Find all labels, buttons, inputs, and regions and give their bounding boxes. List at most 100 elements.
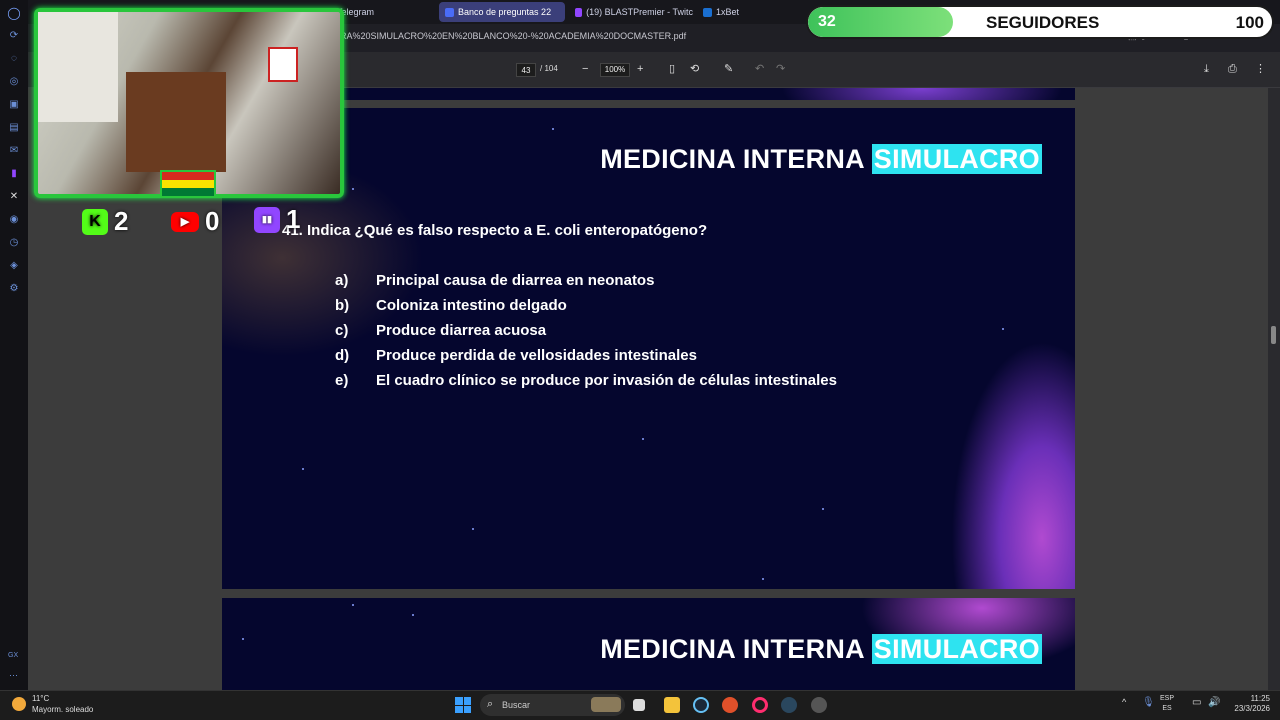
network-icon[interactable]: ▭ <box>1192 697 1201 708</box>
bolivia-flag-icon <box>160 170 216 198</box>
followers-label: SEGUIDORES <box>986 13 1100 32</box>
search-icon: ⌕ <box>487 698 494 710</box>
file-explorer-icon[interactable] <box>664 697 680 713</box>
taskbar-search[interactable]: ⌕ Buscar <box>480 694 625 716</box>
option-text: Produce perdida de vellosidades intestin… <box>376 347 697 364</box>
followers-current: 32 <box>818 13 836 30</box>
option-c: c) Produce diarrea acuosa <box>335 322 837 347</box>
telegram-icon[interactable]: ▤ <box>7 121 21 135</box>
twitch-count: 1 <box>286 204 301 234</box>
slide-current: MEDICINA INTERNA SIMULACRO 41. Indica ¿Q… <box>222 108 1075 589</box>
slide-title-highlight: SIMULACRO <box>871 634 1042 664</box>
slide-title-main: MEDICINA INTERNA <box>600 634 864 664</box>
tab-label: Banco de preguntas 22 <box>458 7 552 17</box>
steam-icon[interactable] <box>693 697 709 713</box>
x-icon[interactable]: ✕ <box>7 190 21 204</box>
followers-goal-bar: 32 SEGUIDORES 100 <box>806 5 1274 39</box>
gx-icon[interactable]: GX <box>8 652 18 659</box>
extensions-icon[interactable]: ◈ <box>7 259 21 273</box>
tab-label: (19) BLASTPremier - Twitc <box>586 7 693 17</box>
option-letter: d) <box>335 347 350 364</box>
redo-icon[interactable]: ↷ <box>776 62 785 76</box>
search-highlight-icon <box>591 697 621 712</box>
steam-client-icon[interactable] <box>781 697 797 713</box>
messenger-icon[interactable]: ◎ <box>7 75 21 89</box>
option-letter: a) <box>335 272 349 289</box>
tray-chevron-icon[interactable]: ^ <box>1122 697 1126 707</box>
task-view-icon[interactable] <box>633 699 645 711</box>
undo-icon[interactable]: ↶ <box>755 62 764 76</box>
url-field[interactable]: RA%20SIMULACRO%20EN%20BLANCO%20-%20ACADE… <box>340 31 686 41</box>
aria-icon[interactable]: ◌ <box>7 52 21 66</box>
settings-icon[interactable]: ⚙ <box>7 282 21 296</box>
slide-title-main: MEDICINA INTERNA <box>600 144 864 174</box>
youtube-count: 0 <box>205 206 220 236</box>
kick-icon: K <box>82 208 108 235</box>
option-b: b) Coloniza intestino delgado <box>335 297 837 322</box>
answer-options: a) Principal causa de diarrea en neonatos… <box>335 272 837 397</box>
slide-previous-bottom <box>222 88 1075 100</box>
opera-logo-icon[interactable]: ◯ <box>7 6 21 20</box>
tab-label: 1xBet <box>716 7 740 17</box>
option-text: El cuadro clínico se produce por invasió… <box>376 372 837 389</box>
kick-count: 2 <box>114 206 129 236</box>
page-total: / 104 <box>540 64 558 73</box>
player-icon[interactable]: ◉ <box>7 213 21 227</box>
scrollbar-thumb[interactable] <box>1271 326 1276 344</box>
download-icon[interactable]: ⤓ <box>1204 62 1209 76</box>
print-icon[interactable]: ⎙ <box>1228 62 1237 76</box>
microphone-icon[interactable]: 🎙 <box>1142 697 1155 708</box>
language-indicator[interactable]: ESP ES <box>1160 694 1174 714</box>
tab-banco-de-preguntas[interactable]: Banco de preguntas 22 <box>439 2 565 22</box>
refresh-icon[interactable]: ⟳ <box>7 29 21 43</box>
weather-condition: Mayorm. soleado <box>32 705 94 714</box>
mail-icon[interactable]: ✉ <box>7 144 21 158</box>
zoom-out-button[interactable]: − <box>582 62 588 76</box>
vertical-scrollbar[interactable] <box>1268 88 1280 690</box>
twitch-icon <box>575 7 583 17</box>
browser-sidebar: ◯ ⟳ ◌ ◎ ▣ ▤ ✉ ▮ ✕ ◉ ◷ ◈ ⚙ <box>0 0 28 690</box>
search-placeholder: Buscar <box>502 700 531 710</box>
option-letter: c) <box>335 322 349 339</box>
option-text: Principal causa de diarrea en neonatos <box>376 272 655 289</box>
language: ESP <box>1160 695 1175 702</box>
temperature: 11°C <box>32 694 50 703</box>
time: 11:25 <box>1250 694 1270 703</box>
chat-icon[interactable]: ▣ <box>7 98 21 112</box>
option-text: Produce diarrea acuosa <box>376 322 547 339</box>
option-a: a) Principal causa de diarrea en neonatos <box>335 272 837 297</box>
option-d: d) Produce perdida de vellosidades intest… <box>335 347 837 372</box>
more-icon[interactable]: ⋯ <box>9 670 18 681</box>
region: ES <box>1162 705 1172 712</box>
date: 23/3/2026 <box>1234 704 1270 713</box>
weather-widget[interactable]: 11°C Mayorm. soleado <box>18 693 93 715</box>
slide-title: MEDICINA INTERNA SIMULACRO <box>600 634 1042 665</box>
slide-title: MEDICINA INTERNA SIMULACRO <box>600 144 1042 175</box>
system-clock[interactable]: 11:25 23/3/2026 <box>1228 694 1270 714</box>
rotate-icon[interactable]: ⟲ <box>690 62 699 76</box>
option-letter: e) <box>335 372 349 389</box>
option-letter: b) <box>335 297 350 314</box>
youtube-icon: ▶ <box>171 211 199 232</box>
slide-next: MEDICINA INTERNA SIMULACRO <box>222 598 1075 690</box>
tab-twitch[interactable]: (19) BLASTPremier - Twitc <box>569 2 693 22</box>
more-options-icon[interactable]: ⋮ <box>1255 62 1266 76</box>
option-text: Coloniza intestino delgado <box>376 297 567 314</box>
1xbet-icon <box>703 7 712 17</box>
tab-1xbet[interactable]: 1xBet <box>697 2 797 22</box>
windows-start-icon[interactable] <box>455 697 471 713</box>
page-number-input[interactable] <box>516 63 536 77</box>
opera-gx-icon[interactable] <box>752 697 768 713</box>
history-icon[interactable]: ◷ <box>7 236 21 250</box>
twitch-icon[interactable]: ▮ <box>7 167 21 181</box>
zoom-level[interactable]: 100% <box>600 63 630 77</box>
draw-icon[interactable]: ✎ <box>724 62 733 76</box>
youtube-counter: ▶ 0 <box>171 206 219 237</box>
brave-icon[interactable] <box>722 697 738 713</box>
zoom-in-button[interactable]: + <box>637 62 643 76</box>
app-icon[interactable] <box>811 697 827 713</box>
fit-page-icon[interactable]: ▯ <box>669 62 675 76</box>
question-text: 41. Indica ¿Qué es falso respecto a E. c… <box>282 222 708 239</box>
twitch-counter: ▮▮ 1 <box>254 204 300 235</box>
volume-icon[interactable]: 🔊 <box>1208 697 1220 708</box>
